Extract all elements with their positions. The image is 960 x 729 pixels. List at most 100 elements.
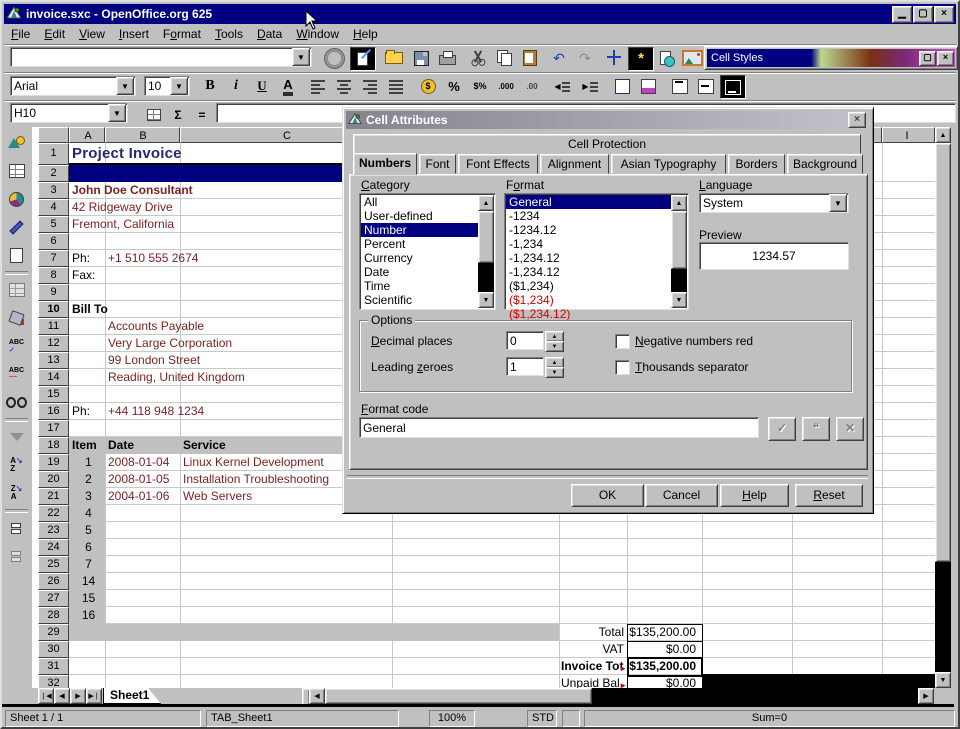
- category-scroll-thumb[interactable]: [478, 211, 494, 263]
- row-header-3[interactable]: 3: [38, 182, 69, 199]
- row-header-29[interactable]: 29: [38, 624, 69, 641]
- ok-button[interactable]: OK: [571, 484, 644, 507]
- print-icon[interactable]: [435, 47, 459, 69]
- vertical-scrollbar[interactable]: ▲ ▼: [935, 127, 952, 688]
- find-icon[interactable]: [4, 391, 29, 413]
- menu-edit[interactable]: Edit: [37, 25, 72, 43]
- row-header-15[interactable]: 15: [38, 386, 69, 403]
- decrease-indent-icon[interactable]: ◀: [550, 75, 574, 97]
- cell-A5[interactable]: Fremont, California: [72, 216, 174, 233]
- previous-sheet-icon[interactable]: ◀: [54, 688, 70, 704]
- form-controls-icon[interactable]: [4, 244, 29, 266]
- cell-A10[interactable]: Bill To: [72, 301, 108, 318]
- background-color-icon[interactable]: [636, 75, 660, 97]
- cell-A24[interactable]: 6: [72, 539, 105, 556]
- category-option-currency[interactable]: Currency: [361, 251, 478, 265]
- cell-F31[interactable]: $135,200.00: [629, 658, 696, 675]
- cell-A8[interactable]: Fax:: [72, 267, 95, 284]
- dialog-close-icon[interactable]: ×: [848, 112, 866, 128]
- font-size-combobox[interactable]: 10 ▼: [144, 76, 190, 96]
- save-icon[interactable]: [409, 47, 433, 69]
- insert-chart-icon[interactable]: [4, 188, 29, 210]
- vertical-scroll-track[interactable]: [935, 562, 951, 672]
- sort-ascending-icon[interactable]: A↘Z: [4, 454, 29, 476]
- row-header-28[interactable]: 28: [38, 607, 69, 624]
- sum-panel[interactable]: Sum=0: [584, 710, 955, 727]
- cell-styles-maximize-button[interactable]: ▢: [919, 51, 936, 66]
- cell-B19[interactable]: 2008-01-04: [108, 454, 169, 471]
- row-header-19[interactable]: 19: [38, 454, 69, 471]
- row-header-5[interactable]: 5: [38, 216, 69, 233]
- url-dropdown-button[interactable]: ▼: [292, 48, 310, 66]
- menu-tools[interactable]: Tools: [208, 25, 250, 43]
- format-option-1[interactable]: -1234: [506, 209, 671, 223]
- cell-B14[interactable]: Reading, United Kingdom: [108, 369, 245, 386]
- cell-A21[interactable]: 3: [72, 488, 105, 505]
- navigator-icon[interactable]: [602, 47, 626, 69]
- ungroup-icon[interactable]: [4, 545, 29, 567]
- close-button[interactable]: ×: [934, 6, 954, 23]
- cell-A26[interactable]: 14: [72, 573, 105, 590]
- cell-F29[interactable]: $135,200.00: [629, 624, 696, 641]
- maximize-button[interactable]: ▢: [913, 6, 933, 23]
- undo-icon[interactable]: ↶: [547, 47, 571, 69]
- font-color-icon[interactable]: A: [276, 75, 300, 97]
- tab-cell-protection[interactable]: Cell Protection: [353, 134, 861, 154]
- row-header-31[interactable]: 31: [38, 658, 69, 675]
- help-button[interactable]: Help: [720, 484, 789, 507]
- format-listbox[interactable]: General-1234-1234.12-1,234-1,234.12-1,23…: [504, 193, 689, 310]
- category-option-scientific[interactable]: Scientific: [361, 293, 478, 307]
- stop-icon[interactable]: [322, 47, 346, 69]
- cell-C18[interactable]: Service: [183, 437, 226, 454]
- horizontal-scroll-track[interactable]: [592, 688, 918, 704]
- valign-center-icon[interactable]: [694, 75, 718, 97]
- tab-borders[interactable]: Borders: [728, 154, 785, 174]
- scroll-left-icon[interactable]: ◀: [309, 688, 325, 704]
- copy-icon[interactable]: [492, 47, 516, 69]
- category-option-number[interactable]: Number: [361, 223, 478, 237]
- draw-functions-icon[interactable]: [4, 216, 29, 238]
- format-scroll-track[interactable]: [671, 269, 687, 292]
- menu-insert[interactable]: Insert: [112, 25, 156, 43]
- underline-icon[interactable]: U: [250, 75, 274, 97]
- cell-E29[interactable]: Total: [559, 624, 624, 641]
- row-header-14[interactable]: 14: [38, 369, 69, 386]
- format-scroll-down-icon[interactable]: ▼: [671, 292, 687, 308]
- row-header-2[interactable]: 2: [38, 165, 69, 182]
- row-header-8[interactable]: 8: [38, 267, 69, 284]
- format-option-5[interactable]: -1,234.12: [506, 265, 671, 279]
- row-header-23[interactable]: 23: [38, 522, 69, 539]
- insert-columns-icon[interactable]: [4, 279, 29, 301]
- open-icon[interactable]: [382, 47, 406, 69]
- format-option-4[interactable]: -1,234.12: [506, 251, 671, 265]
- standard-format-icon[interactable]: $%: [468, 75, 492, 97]
- category-scroll-down-icon[interactable]: ▼: [478, 292, 494, 308]
- align-center-icon[interactable]: [332, 75, 356, 97]
- insert-cells-icon[interactable]: [4, 160, 29, 182]
- insert-icon[interactable]: [4, 132, 29, 154]
- increase-indent-icon[interactable]: ▶: [578, 75, 602, 97]
- cell-E31[interactable]: Invoice Tot►: [561, 658, 627, 675]
- cell-B12[interactable]: Very Large Corporation: [108, 335, 232, 352]
- category-scroll-track[interactable]: [478, 263, 494, 292]
- cell-styles-window[interactable]: Cell Styles ▢ ×: [704, 46, 958, 70]
- dialog-titlebar[interactable]: Cell Attributes ×: [346, 111, 868, 129]
- thousands-checkbox[interactable]: [615, 360, 630, 375]
- cell-B21[interactable]: 2004-01-06: [108, 488, 169, 505]
- row-header-21[interactable]: 21: [38, 488, 69, 505]
- menu-data[interactable]: Data: [250, 25, 289, 43]
- tab-font[interactable]: Font: [419, 154, 456, 174]
- scroll-right-icon[interactable]: ▶: [918, 688, 934, 704]
- menu-format[interactable]: Format: [156, 25, 208, 43]
- row-header-17[interactable]: 17: [38, 420, 69, 437]
- font-name-combobox[interactable]: Arial ▼: [10, 76, 136, 96]
- tab-alignment[interactable]: Alignment: [540, 154, 609, 174]
- format-option-6[interactable]: ($1,234): [506, 279, 671, 293]
- cell-C19[interactable]: Linux Kernel Development: [183, 454, 324, 471]
- tab-asian-typography[interactable]: Asian Typography: [611, 154, 726, 174]
- row-header-12[interactable]: 12: [38, 335, 69, 352]
- cell-B7[interactable]: +1 510 555 2674: [108, 250, 198, 267]
- align-left-icon[interactable]: [306, 75, 330, 97]
- cell-B16[interactable]: +44 118 948 1234: [108, 403, 204, 420]
- delete-decimal-icon[interactable]: .00: [520, 75, 544, 97]
